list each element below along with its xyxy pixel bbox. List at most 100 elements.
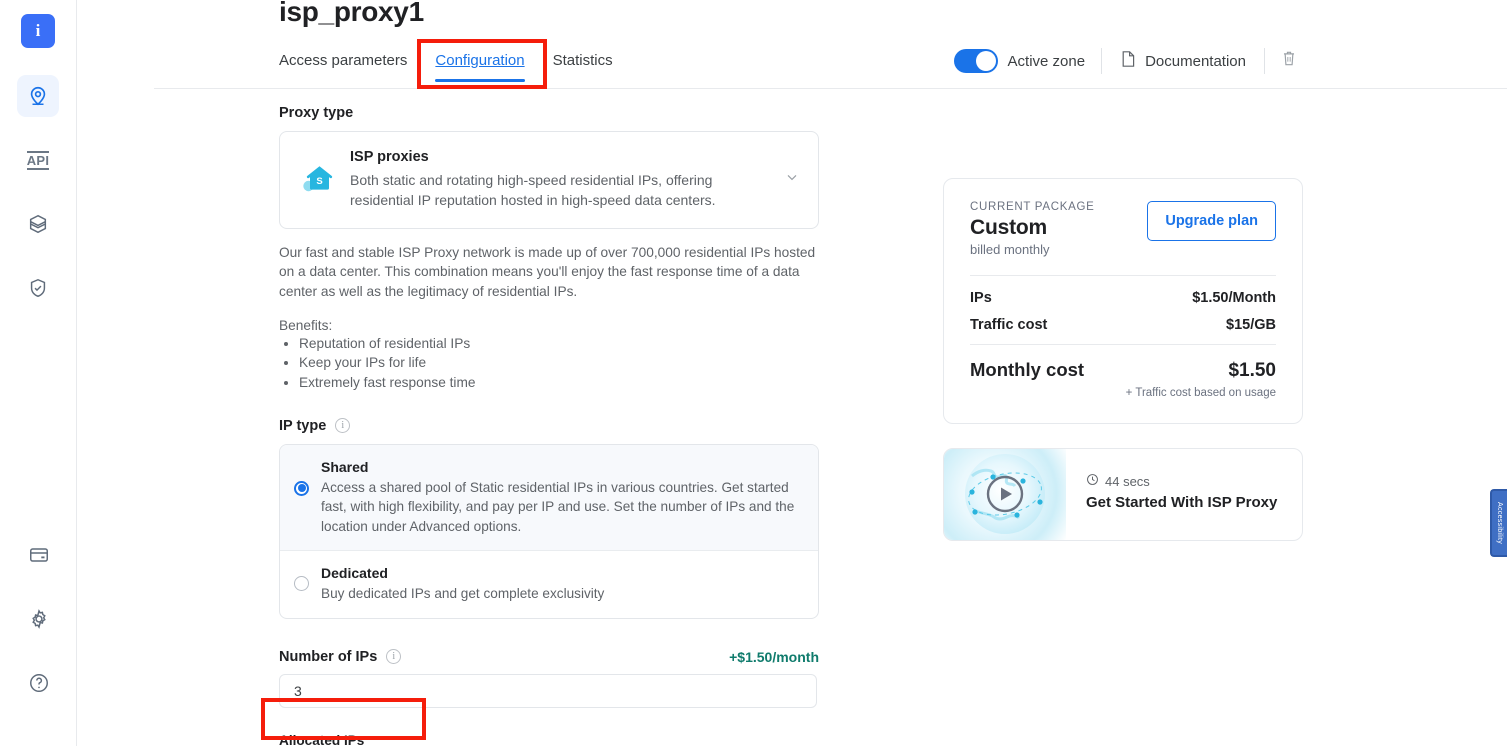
ip-type-option-shared-body: Shared Access a shared pool of Static re…: [321, 459, 802, 536]
tab-access-parameters[interactable]: Access parameters: [279, 52, 407, 82]
sidebar-item-help[interactable]: [18, 662, 60, 704]
package-row-ips: IPs $1.50/Month: [970, 290, 1276, 306]
question-circle-icon: [28, 672, 50, 694]
video-thumbnail: [944, 449, 1066, 540]
configuration-form: Proxy type S ISP proxies Both static and…: [279, 105, 819, 746]
svg-text:S: S: [316, 176, 322, 187]
sidebar-item-proxy-zones[interactable]: [17, 75, 59, 117]
info-logo-icon: i: [35, 21, 41, 40]
video-duration-label: 44 secs: [1105, 473, 1150, 489]
current-package-card: CURRENT PACKAGE Custom billed monthly Up…: [943, 178, 1303, 424]
monthly-cost-value: $1.50: [1228, 360, 1276, 381]
upgrade-plan-button[interactable]: Upgrade plan: [1147, 201, 1276, 241]
info-icon[interactable]: i: [335, 418, 351, 434]
number-of-ips-label: Number of IPs: [279, 648, 378, 665]
package-row-key: Traffic cost: [970, 317, 1048, 333]
proxy-type-body: ISP proxies Both static and rotating hig…: [350, 149, 770, 211]
documentation-link[interactable]: Documentation: [1102, 50, 1264, 72]
proxy-type-option-desc: Both static and rotating high-speed resi…: [350, 172, 716, 208]
video-card[interactable]: 44 secs Get Started With ISP Proxy: [943, 448, 1303, 541]
number-of-ips-price: +$1.50/month: [729, 648, 819, 665]
accessibility-tab[interactable]: Accessibility: [1490, 489, 1507, 557]
chevron-down-icon[interactable]: [784, 169, 800, 190]
video-title: Get Started With ISP Proxy: [1086, 494, 1278, 511]
radio-shared[interactable]: [294, 480, 309, 496]
location-pin-icon: [27, 85, 49, 107]
gear-icon: [28, 608, 50, 630]
layers-icon: [27, 213, 49, 235]
app-root: i API isp_proxy1 Access parameters Confi…: [0, 0, 1507, 746]
document-icon: [1120, 50, 1136, 72]
package-note: + Traffic cost based on usage: [1125, 387, 1276, 399]
list-item: Reputation of residential IPs: [299, 335, 819, 352]
rail-top-group: i API: [17, 0, 59, 331]
documentation-label: Documentation: [1145, 52, 1246, 70]
list-item: Keep your IPs for life: [299, 354, 819, 371]
main-content: isp_proxy1 Access parameters Configurati…: [77, 0, 1507, 746]
page-title: isp_proxy1: [279, 0, 424, 27]
active-zone-toggle[interactable]: [953, 49, 998, 73]
package-row-traffic: Traffic cost $15/GB: [970, 317, 1276, 333]
proxy-type-option-name: ISP proxies: [350, 149, 429, 165]
right-panel: CURRENT PACKAGE Custom billed monthly Up…: [943, 178, 1303, 541]
divider: [970, 275, 1276, 276]
delete-zone-button[interactable]: [1265, 50, 1313, 72]
ip-type-option-desc: Access a shared pool of Static residenti…: [321, 479, 795, 534]
package-name: Custom: [970, 216, 1047, 239]
number-of-ips-section: Number of IPs i +$1.50/month: [279, 649, 819, 708]
ip-type-option-title: Shared: [321, 458, 369, 475]
sidebar-item-billing[interactable]: [18, 534, 60, 576]
video-meta: 44 secs Get Started With ISP Proxy: [1066, 449, 1302, 540]
left-nav-rail: i API: [0, 0, 77, 746]
globe-graphic: [965, 454, 1045, 534]
benefits-title: Benefits:: [279, 318, 333, 334]
ip-type-option-title: Dedicated: [321, 565, 388, 582]
allocated-ips-label: Allocated IPs: [279, 732, 365, 746]
sidebar-item-settings[interactable]: [18, 598, 60, 640]
package-eyebrow: CURRENT PACKAGE: [970, 201, 1095, 213]
trash-icon: [1281, 50, 1297, 72]
proxy-type-paragraph: Our fast and stable ISP Proxy network is…: [279, 244, 816, 299]
package-info: CURRENT PACKAGE Custom billed monthly: [970, 201, 1094, 257]
active-zone-toggle-group[interactable]: Active zone: [953, 49, 1102, 73]
package-row-value: $15/GB: [1226, 317, 1276, 333]
ip-type-option-dedicated[interactable]: Dedicated Buy dedicated IPs and get comp…: [280, 550, 818, 617]
radio-dedicated[interactable]: [294, 576, 309, 592]
sidebar-item-security[interactable]: [17, 267, 59, 309]
api-icon: API: [26, 150, 50, 170]
tab-statistics[interactable]: Statistics: [553, 52, 613, 82]
package-row-value: $1.50/Month: [1192, 290, 1276, 306]
ip-type-option-dedicated-body: Dedicated Buy dedicated IPs and get comp…: [321, 565, 604, 603]
brand-logo-button[interactable]: i: [21, 14, 55, 48]
monthly-cost-label: Monthly cost: [970, 359, 1085, 380]
tab-configuration[interactable]: Configuration: [435, 52, 525, 82]
credit-card-icon: [28, 544, 50, 566]
header-actions: Active zone Documentation: [953, 48, 1313, 74]
number-of-ips-input[interactable]: [279, 673, 817, 708]
ip-type-section: IP type i Shared Access a shared pool of…: [279, 418, 819, 619]
list-item: Extremely fast response time: [299, 374, 819, 391]
shield-check-icon: [27, 277, 49, 299]
toggle-knob: [975, 51, 996, 71]
sidebar-item-api[interactable]: API: [17, 139, 59, 181]
ip-type-option-shared[interactable]: Shared Access a shared pool of Static re…: [280, 444, 818, 551]
clock-icon: [1086, 473, 1099, 489]
info-icon[interactable]: i: [386, 649, 402, 665]
proxy-type-label: Proxy type: [279, 105, 354, 121]
package-top: CURRENT PACKAGE Custom billed monthly Up…: [970, 201, 1276, 257]
ip-type-label-row: IP type i: [279, 418, 819, 434]
tab-bar: Access parameters Configuration Statisti…: [279, 46, 1507, 88]
benefits-list: Reputation of residential IPs Keep your …: [299, 335, 819, 391]
video-duration: 44 secs: [1086, 473, 1302, 489]
divider: [970, 344, 1276, 345]
tabs-divider: [154, 88, 1507, 89]
proxy-type-selector[interactable]: S ISP proxies Both static and rotating h…: [279, 131, 819, 229]
number-of-ips-head: Number of IPs i +$1.50/month: [279, 649, 819, 665]
sidebar-item-datasets[interactable]: [17, 203, 59, 245]
ip-type-options: Shared Access a shared pool of Static re…: [279, 443, 819, 619]
allocated-ips-section: Allocated IPs Download IPs list: [279, 733, 819, 746]
package-total-row: Monthly cost $1.50: [970, 359, 1276, 382]
number-of-ips-label-row: Number of IPs i: [279, 648, 402, 665]
package-billing-period: billed monthly: [970, 242, 1050, 257]
accessibility-tab-label: Accessibility: [1496, 501, 1503, 545]
